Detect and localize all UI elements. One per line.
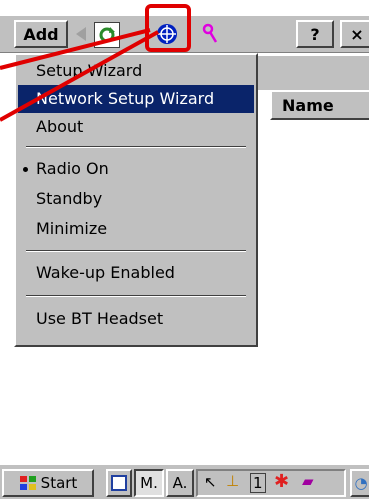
app-toolbar-strip (250, 56, 369, 90)
taskbar: Start M. A. ↖ ⊥ 1 ✱ ▰ ◔ (0, 463, 369, 499)
menu-item-network-setup-wizard[interactable]: Network Setup Wizard (18, 85, 254, 113)
task-button-a[interactable]: A. (166, 469, 194, 497)
menu-item-wake-up-enabled[interactable]: Wake-up Enabled (18, 259, 254, 287)
highlight-annotation (145, 4, 191, 52)
close-button[interactable]: × (340, 20, 369, 48)
menu-item-about[interactable]: About (18, 113, 254, 141)
menu-item-minimize[interactable]: Minimize (18, 215, 254, 243)
menu-separator (26, 146, 246, 148)
signal-icon[interactable]: ⊥ (226, 472, 239, 490)
desktop-icon[interactable]: ◔ (350, 469, 369, 497)
system-tray: ↖ ⊥ 1 ✱ ▰ (196, 469, 346, 497)
menu-item-label: Standby (36, 189, 103, 208)
menu-item-label: Wake-up Enabled (36, 263, 175, 282)
start-label: Start (40, 474, 78, 492)
menu-item-label: Use BT Headset (36, 309, 164, 328)
menu-separator (26, 250, 246, 252)
tray-number[interactable]: 1 (250, 473, 266, 493)
menu-item-label: Minimize (36, 219, 108, 238)
menu-item-label: Setup Wizard (36, 61, 143, 80)
checked-bullet-icon (23, 167, 28, 172)
task-label: M. (140, 474, 158, 492)
task-button-m[interactable]: M. (134, 469, 164, 497)
screen: Add ? × Name Setup Wizard Network Setup … (0, 0, 369, 499)
menu-item-setup-wizard[interactable]: Setup Wizard (18, 57, 254, 85)
name-column-header[interactable]: Name (270, 90, 369, 120)
menu-item-use-bt-headset[interactable]: Use BT Headset (18, 305, 254, 333)
stylus-icon[interactable]: ↖ (204, 473, 217, 491)
refresh-icon[interactable] (94, 22, 120, 48)
menu-item-label: Radio On (36, 159, 109, 178)
battery-icon[interactable]: ▰ (302, 472, 314, 490)
key-icon[interactable] (198, 22, 222, 46)
menu-item-label: About (36, 117, 84, 136)
task-app-icon[interactable] (106, 469, 132, 497)
menu-item-radio-on[interactable]: Radio On (18, 155, 254, 183)
name-column-label: Name (282, 95, 334, 115)
menu-item-standby[interactable]: Standby (18, 185, 254, 213)
menu-item-label: Network Setup Wizard (36, 89, 215, 108)
help-button[interactable]: ? (296, 20, 334, 48)
task-label: A. (172, 474, 188, 492)
menu-separator (26, 295, 246, 297)
dropdown-menu: Setup Wizard Network Setup Wizard About … (14, 53, 258, 347)
bluetooth-off-icon[interactable]: ✱ (274, 471, 289, 492)
windows-logo-icon (19, 476, 36, 490)
add-button[interactable]: Add (14, 20, 68, 48)
toolbar: Add ? × (0, 4, 369, 53)
start-button[interactable]: Start (2, 469, 94, 497)
back-arrow-icon[interactable] (70, 22, 94, 46)
